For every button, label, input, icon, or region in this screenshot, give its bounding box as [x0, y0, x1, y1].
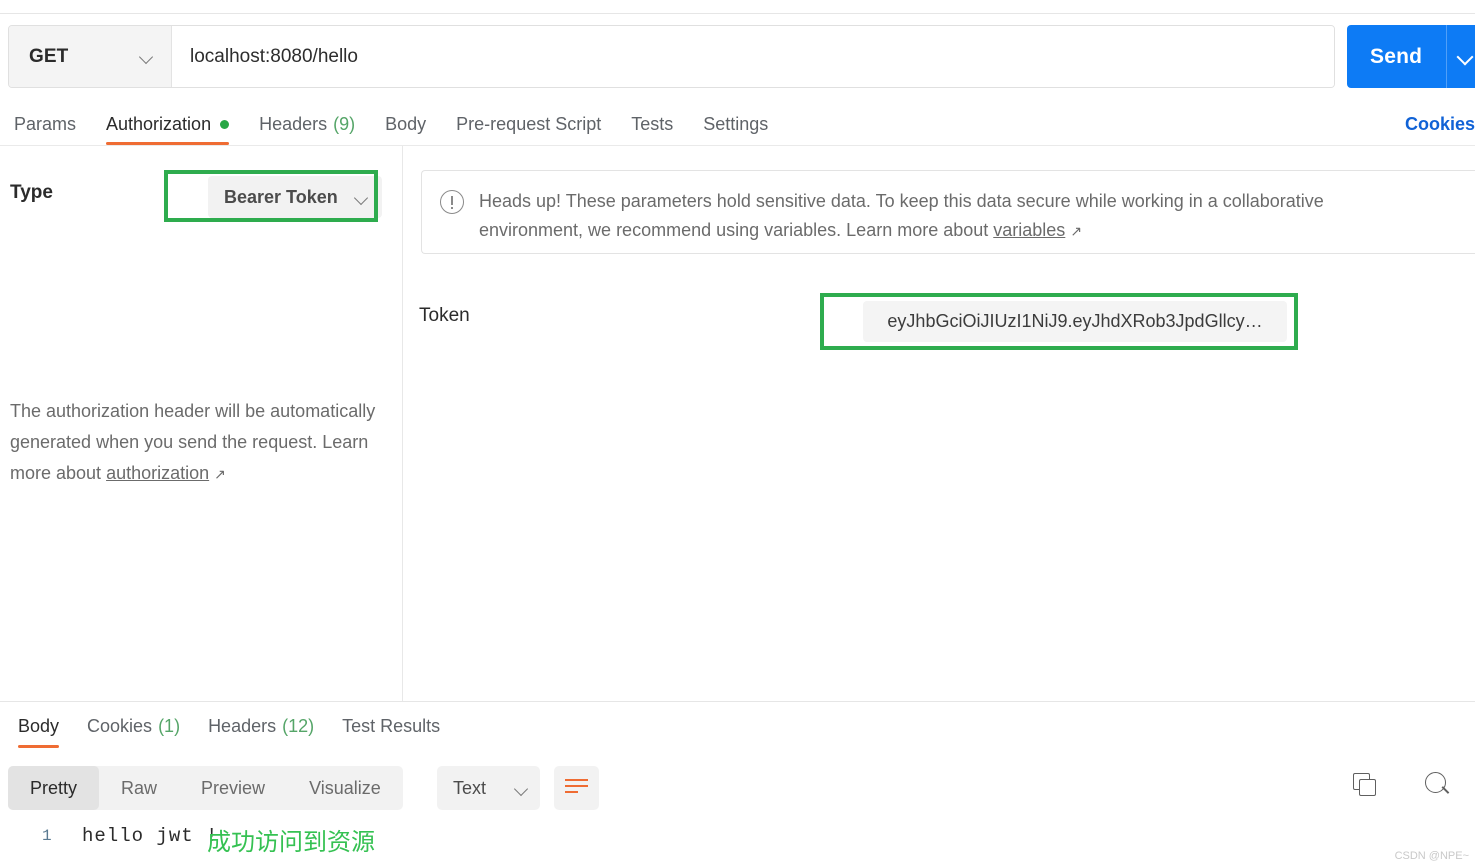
tab-settings[interactable]: Settings	[703, 103, 768, 145]
token-highlight-box	[820, 293, 1298, 350]
response-tab-cookies[interactable]: Cookies (1)	[87, 702, 180, 750]
send-divider	[1446, 25, 1447, 88]
response-tab-body[interactable]: Body	[18, 702, 60, 750]
request-url-row: GET localhost:8080/hello Send	[0, 25, 1475, 88]
tab-authorization[interactable]: Authorization	[106, 103, 230, 145]
response-tab-headers-label: Headers	[208, 715, 277, 736]
token-label: Token	[419, 305, 470, 326]
authorization-doc-link[interactable]: authorization	[106, 463, 209, 483]
annotation-text: 成功访问到资源	[207, 828, 375, 856]
request-tab-bar: Params Authorization Headers (9) Body Pr…	[0, 103, 1475, 145]
response-format-toolbar: Pretty Raw Preview Visualize Text	[0, 760, 1475, 816]
cookies-link[interactable]: Cookies	[1405, 103, 1475, 145]
view-visualize-button[interactable]: Visualize	[287, 766, 403, 810]
tab-pre-request-script-label: Pre-request Script	[456, 113, 602, 134]
send-options-chevron-icon[interactable]	[1459, 51, 1472, 64]
response-view-segmented-control: Pretty Raw Preview Visualize	[8, 766, 403, 810]
top-divider	[0, 13, 1475, 14]
content-type-value: Text	[453, 777, 487, 798]
auth-type-label: Type	[10, 182, 53, 203]
view-pretty-button[interactable]: Pretty	[8, 766, 100, 810]
line-number: 1	[42, 827, 52, 845]
response-tab-cookies-count: (1)	[158, 715, 181, 736]
response-tab-headers-count: (12)	[282, 715, 315, 736]
postman-window: GET localhost:8080/hello Send Params Aut…	[0, 0, 1475, 865]
send-button-label: Send	[1370, 44, 1423, 68]
tab-authorization-label: Authorization	[106, 113, 212, 134]
tab-settings-label: Settings	[703, 113, 769, 134]
notice-sentence: Heads up! These parameters hold sensitiv…	[479, 191, 1324, 240]
tab-tests[interactable]: Tests	[631, 103, 673, 145]
auth-type-row: Type	[10, 182, 53, 204]
view-preview-button[interactable]: Preview	[179, 766, 287, 810]
chevron-down-icon	[515, 782, 528, 795]
search-icon[interactable]	[1425, 772, 1451, 798]
authorization-left-panel: Type The authorization header will be au…	[0, 146, 402, 701]
tab-headers[interactable]: Headers (9)	[259, 103, 355, 145]
response-tab-headers[interactable]: Headers (12)	[208, 702, 314, 750]
word-wrap-icon	[565, 779, 588, 797]
external-link-arrow-icon: ↗	[214, 466, 226, 482]
tab-pre-request-script[interactable]: Pre-request Script	[456, 103, 601, 145]
http-method-select[interactable]: GET	[9, 26, 172, 87]
request-tab-list: Params Authorization Headers (9) Body Pr…	[0, 103, 1475, 145]
response-tab-cookies-label: Cookies	[87, 715, 153, 736]
info-icon	[440, 190, 464, 214]
copy-icon[interactable]	[1353, 773, 1377, 797]
tab-body[interactable]: Body	[385, 103, 426, 145]
sensitive-data-notice: Heads up! These parameters hold sensitiv…	[421, 170, 1475, 254]
http-method-label: GET	[29, 45, 69, 67]
content-type-select[interactable]: Text	[437, 766, 540, 810]
auth-type-highlight-box	[164, 170, 378, 222]
url-input[interactable]: localhost:8080/hello	[172, 26, 1334, 87]
tab-headers-label: Headers	[259, 113, 328, 134]
tab-tests-label: Tests	[631, 113, 674, 134]
response-tab-test-results-label: Test Results	[342, 715, 441, 736]
tab-headers-count: (9)	[333, 113, 356, 134]
tab-params[interactable]: Params	[14, 103, 76, 145]
word-wrap-toggle-button[interactable]	[554, 766, 599, 810]
view-raw-button[interactable]: Raw	[99, 766, 179, 810]
tab-params-label: Params	[14, 113, 77, 134]
tab-body-label: Body	[385, 113, 427, 134]
authorization-right-panel: Heads up! These parameters hold sensitiv…	[403, 146, 1475, 701]
response-tab-bar: Body Cookies (1) Headers (12) Test Resul…	[0, 702, 1475, 750]
watermark: CSDN @NPE~	[1394, 850, 1469, 862]
response-tab-test-results[interactable]: Test Results	[342, 702, 440, 750]
external-link-arrow-icon: ↗	[1070, 223, 1083, 239]
variables-doc-link[interactable]: variables	[993, 220, 1065, 240]
send-button[interactable]: Send	[1347, 25, 1475, 88]
response-body-viewer[interactable]: 1 hello jwt ! 成功访问到资源	[0, 818, 1475, 865]
response-tab-list: Body Cookies (1) Headers (12) Test Resul…	[0, 702, 1475, 750]
response-tab-body-label: Body	[18, 715, 60, 736]
auth-helper-text: The authorization header will be automat…	[10, 396, 388, 490]
authorization-active-dot-icon	[220, 119, 230, 129]
url-bar: GET localhost:8080/hello	[8, 25, 1335, 88]
response-body-text: hello jwt !	[82, 825, 219, 847]
chevron-down-icon	[140, 50, 153, 63]
notice-text: Heads up! These parameters hold sensitiv…	[479, 187, 1409, 253]
response-action-icons	[1353, 772, 1451, 798]
